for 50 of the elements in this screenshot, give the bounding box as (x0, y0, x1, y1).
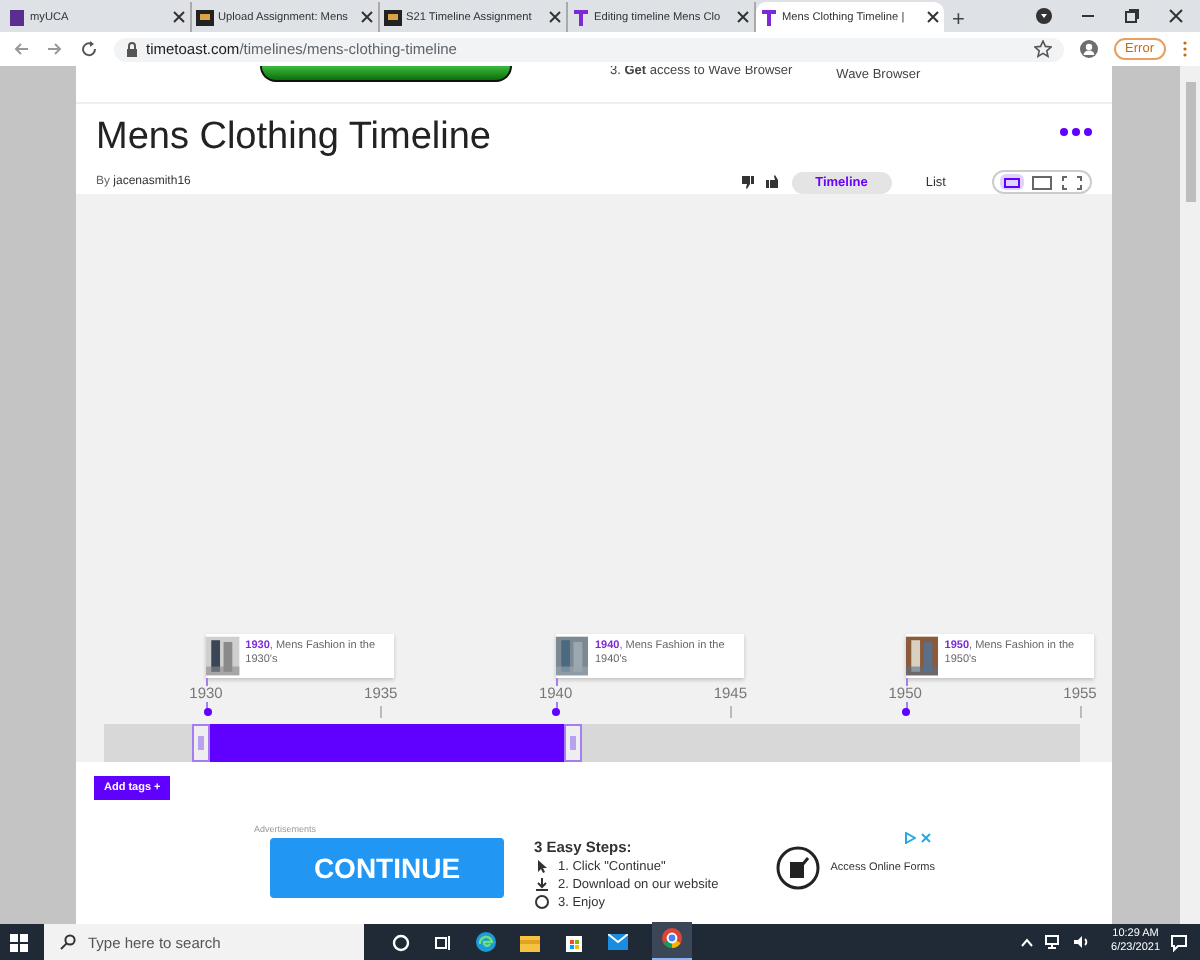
thumbs-up-icon[interactable] (765, 174, 782, 191)
back-icon[interactable] (12, 40, 30, 58)
close-icon[interactable] (736, 10, 750, 24)
close-icon[interactable] (1168, 8, 1184, 24)
close-icon[interactable] (548, 10, 562, 24)
cortana-icon[interactable] (392, 933, 410, 951)
new-tab-button[interactable]: + (952, 8, 965, 32)
search-icon (60, 934, 76, 950)
fullscreen-layout-icon[interactable] (1062, 175, 1082, 190)
tab-favicon-icon (384, 7, 402, 27)
folder-icon[interactable] (520, 933, 540, 951)
notifications-icon[interactable] (1170, 933, 1188, 951)
form-icon (776, 846, 821, 890)
reload-icon[interactable] (80, 40, 98, 58)
close-icon[interactable] (926, 10, 940, 24)
thumbs-down-icon[interactable] (739, 174, 756, 191)
profile-icon[interactable] (1079, 40, 1098, 58)
windows-start-icon[interactable] (9, 933, 27, 951)
restore-icon[interactable] (1124, 8, 1140, 24)
range-handle[interactable] (192, 724, 210, 763)
event-dot (203, 708, 211, 717)
media-icon[interactable] (1036, 8, 1052, 24)
chevron-up-icon[interactable] (1019, 937, 1034, 947)
mail-icon[interactable] (608, 934, 628, 950)
wide-layout-icon[interactable] (1032, 175, 1052, 190)
speaker-icon[interactable] (1071, 934, 1090, 950)
tab-favicon-icon (8, 7, 26, 27)
star-icon[interactable] (1033, 40, 1052, 58)
event-dot (902, 708, 911, 717)
task-view-icon[interactable] (434, 933, 452, 951)
store-icon[interactable] (564, 932, 584, 952)
tab-favicon-icon (196, 7, 214, 27)
event-dot (552, 708, 561, 717)
chrome-icon[interactable] (662, 928, 682, 948)
ad-choices-icon[interactable] (904, 832, 916, 844)
close-icon[interactable] (360, 10, 374, 24)
network-icon[interactable] (1043, 934, 1062, 950)
menu-icon[interactable] (1182, 40, 1188, 58)
download-button[interactable] (260, 66, 512, 82)
tab-favicon-icon (760, 7, 778, 27)
scrollbar-thumb[interactable] (1185, 82, 1195, 202)
close-icon[interactable] (172, 10, 186, 24)
tab-favicon-icon (572, 7, 590, 27)
more-icon[interactable] (1060, 128, 1092, 137)
narrow-layout-icon[interactable] (1002, 175, 1022, 190)
range-handle[interactable] (564, 724, 583, 763)
forward-icon[interactable] (46, 40, 64, 58)
edge-icon[interactable] (476, 932, 496, 952)
page-title: Mens Clothing Timeline (96, 116, 491, 161)
lock-icon (126, 41, 138, 57)
